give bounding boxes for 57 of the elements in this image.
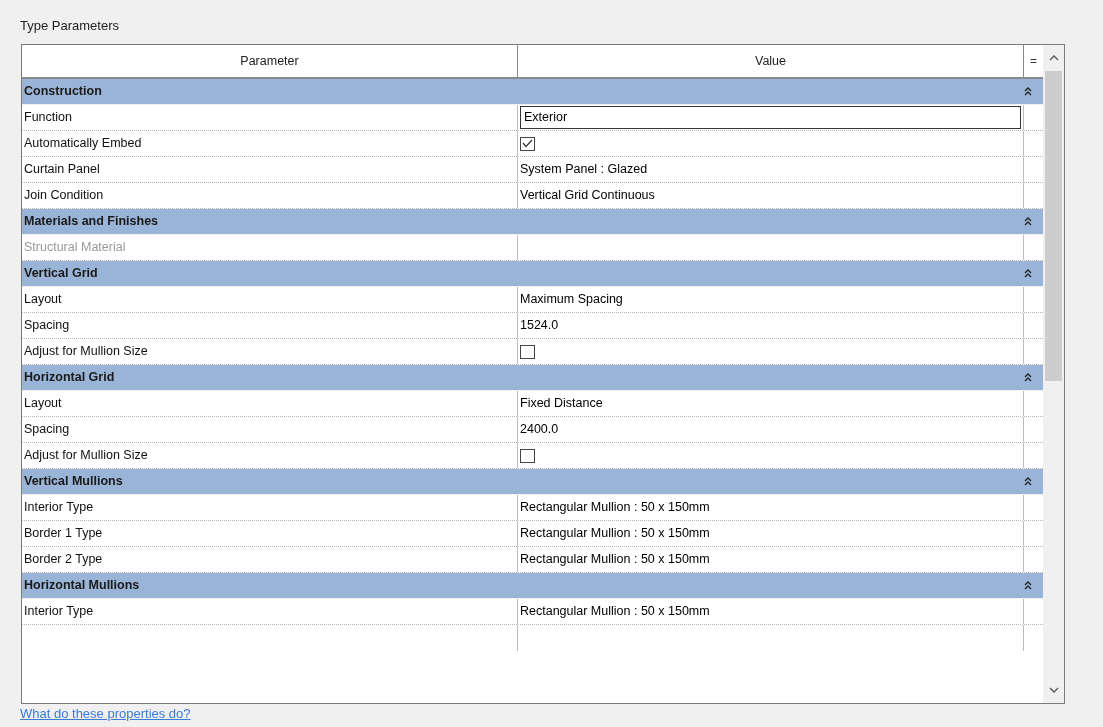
group-header[interactable]: Vertical Mullions (22, 469, 1043, 495)
value-text: Maximum Spacing (520, 291, 623, 309)
group-name: Construction (24, 83, 103, 101)
section-title: Type Parameters (20, 18, 119, 33)
group-name: Materials and Finishes (24, 213, 160, 231)
field-value: Exterior (524, 109, 568, 127)
parameter-name: Adjust for Mullion Size (24, 343, 148, 361)
value-text: 1524.0 (520, 317, 559, 335)
value-text: Rectangular Mullion : 50 x 150mm (520, 603, 710, 621)
checkmark-icon (522, 139, 533, 148)
collapse-icon[interactable] (1024, 581, 1032, 590)
checkbox[interactable] (520, 136, 535, 151)
value-text: 2400.0 (520, 421, 559, 439)
checkbox[interactable] (520, 344, 535, 359)
value-text: Rectangular Mullion : 50 x 150mm (520, 525, 710, 543)
group-header[interactable]: Horizontal Grid (22, 365, 1043, 391)
parameter-name: Spacing (24, 317, 70, 335)
parameter-name: Join Condition (24, 187, 104, 205)
parameter-name: Interior Type (24, 499, 94, 517)
group-name: Vertical Grid (24, 265, 99, 283)
scroll-down-icon[interactable] (1048, 687, 1059, 693)
collapse-icon[interactable] (1024, 269, 1032, 278)
group-header[interactable]: Horizontal Mullions (22, 573, 1043, 599)
group-name: Horizontal Grid (24, 369, 116, 387)
scrollbar-thumb[interactable] (1045, 71, 1062, 381)
checkbox[interactable] (520, 448, 535, 463)
parameter-name: Border 2 Type (24, 551, 103, 569)
value-text: Rectangular Mullion : 50 x 150mm (520, 551, 710, 569)
value-field[interactable]: Exterior (520, 106, 1021, 129)
parameter-name: Interior Type (24, 603, 94, 621)
collapse-icon[interactable] (1024, 477, 1032, 486)
parameter-name: Curtain Panel (24, 161, 100, 179)
group-name: Horizontal Mullions (24, 577, 141, 595)
value-text: Rectangular Mullion : 50 x 150mm (520, 499, 710, 517)
parameter-name: Layout (24, 395, 62, 413)
parameter-name: Border 1 Type (24, 525, 103, 543)
group-header[interactable]: Construction (22, 79, 1043, 105)
collapse-icon[interactable] (1024, 87, 1032, 96)
parameter-name: Adjust for Mullion Size (24, 447, 148, 465)
value-text: Vertical Grid Continuous (520, 187, 655, 205)
parameter-name: Spacing (24, 421, 70, 439)
collapse-icon[interactable] (1024, 373, 1032, 382)
parameter-name: Layout (24, 291, 62, 309)
group-header[interactable]: Vertical Grid (22, 261, 1043, 287)
value-text: Fixed Distance (520, 395, 603, 413)
group-name: Vertical Mullions (24, 473, 124, 491)
parameter-name: Function (24, 109, 72, 127)
column-header[interactable]: Parameter (22, 45, 518, 77)
scrollbar[interactable] (1043, 45, 1064, 703)
collapse-icon[interactable] (1024, 217, 1032, 226)
value-text: System Panel : Glazed (520, 161, 648, 179)
help-link[interactable]: What do these properties do? (20, 706, 191, 721)
parameter-name: Structural Material (24, 239, 126, 257)
column-header[interactable]: Value (518, 45, 1023, 77)
scroll-up-icon[interactable] (1048, 55, 1059, 61)
parameter-name: Automatically Embed (24, 135, 142, 153)
group-header[interactable]: Materials and Finishes (22, 209, 1043, 235)
